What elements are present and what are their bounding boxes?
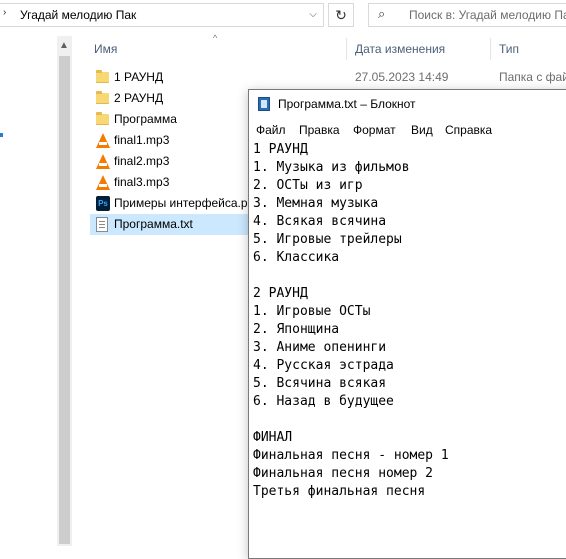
notepad-icon — [258, 97, 270, 111]
column-header-date[interactable]: Дата изменения — [355, 36, 445, 62]
vlc-icon — [96, 175, 110, 190]
text-file-icon — [96, 217, 108, 232]
menu-file[interactable]: Файл — [256, 123, 286, 137]
text-line: 4. Всякая всячина — [253, 214, 387, 229]
file-type: Папка с фай — [499, 70, 566, 84]
file-name: Программа — [114, 112, 177, 126]
menu-help[interactable]: Справка — [445, 123, 492, 137]
text-line: 5. Игровые трейлеры — [253, 232, 402, 247]
vlc-icon — [96, 133, 110, 148]
file-name: final2.mp3 — [114, 154, 170, 168]
file-name: final3.mp3 — [114, 175, 170, 189]
vlc-icon — [96, 154, 110, 169]
notepad-title: Программа.txt – Блокнот — [278, 97, 416, 111]
file-name: 1 РАУНД — [114, 70, 164, 84]
text-line: 5. Всячина всякая — [253, 376, 387, 391]
text-line: 1 РАУНД — [253, 142, 308, 157]
text-line: 1. Игровые ОСТы — [253, 304, 371, 319]
breadcrumb-chevron-icon[interactable]: › — [3, 7, 6, 18]
text-line: 6. Классика — [253, 250, 340, 265]
file-name: Программа.txt — [114, 217, 193, 231]
text-line: 3. Аниме опенинги — [253, 340, 387, 355]
column-header-name[interactable]: Имя — [94, 36, 117, 62]
file-date: 27.05.2023 14:49 — [355, 70, 449, 84]
text-line: Финальная песня номер 2 — [253, 466, 434, 481]
notepad-title-bar[interactable]: Программа.txt – Блокнот — [249, 90, 566, 118]
text-line — [253, 411, 449, 429]
notepad-text-area[interactable]: 1 РАУНД 1. Музыка из фильмов 2. ОСТы из … — [253, 141, 449, 501]
text-line: 3. Мемная музыка — [253, 196, 379, 211]
folder-icon — [96, 91, 109, 104]
menu-view[interactable]: Вид — [411, 123, 433, 137]
address-dropdown-icon[interactable]: ⌵ — [305, 6, 321, 24]
folder-icon — [96, 112, 109, 125]
column-divider[interactable] — [346, 38, 347, 60]
menu-edit[interactable]: Правка — [299, 123, 340, 137]
search-icon: ⌕ — [378, 6, 386, 21]
sort-caret-icon: ^ — [213, 33, 218, 43]
text-line: 2 РАУНД — [253, 286, 308, 301]
menu-format[interactable]: Формат — [353, 123, 396, 137]
text-line: 2. Японщина — [253, 322, 340, 337]
file-name: 2 РАУНД — [114, 91, 164, 105]
text-line: Финальная песня - номер 1 — [253, 448, 449, 463]
address-bar-area: › Угадай мелодию Пак ⌵ ↻ ⌕ Поиск в: Угад… — [0, 0, 566, 32]
text-line: 4. Русская эстрада — [253, 358, 394, 373]
navigation-scrollbar[interactable]: ▲ — [57, 36, 72, 546]
navigation-pane-marker — [0, 133, 3, 137]
scroll-up-icon[interactable]: ▲ — [59, 40, 69, 51]
refresh-icon: ↻ — [335, 7, 347, 23]
notepad-window[interactable]: Программа.txt – Блокнот Файл Правка Форм… — [248, 89, 566, 559]
text-line — [253, 267, 449, 285]
address-path[interactable]: Угадай мелодию Пак — [20, 8, 136, 22]
text-line: Третья финальная песня — [253, 484, 426, 499]
column-header-type[interactable]: Тип — [499, 36, 519, 62]
text-line: ФИНАЛ — [253, 430, 293, 445]
notepad-menu-bar: Файл Правка Формат Вид Справка — [249, 120, 566, 140]
text-line: 1. Музыка из фильмов — [253, 160, 410, 175]
navigation-pane[interactable] — [0, 32, 56, 546]
text-line: 2. ОСТы из игр — [253, 178, 363, 193]
column-divider[interactable] — [490, 38, 491, 60]
search-input[interactable]: ⌕ Поиск в: Угадай мелодию Пак — [368, 3, 566, 27]
file-name: Примеры интерфейса.p — [114, 196, 248, 210]
refresh-button[interactable]: ↻ — [328, 3, 354, 27]
search-placeholder: Поиск в: Угадай мелодию Пак — [409, 8, 566, 22]
file-row-1-raund[interactable]: 1 РАУНД 27.05.2023 14:49 Папка с фай — [90, 67, 566, 88]
address-bar[interactable]: › Угадай мелодию Пак ⌵ — [0, 3, 324, 27]
folder-icon — [96, 70, 109, 83]
photoshop-icon: Ps — [96, 196, 110, 211]
text-line: 6. Назад в будущее — [253, 394, 394, 409]
file-name: final1.mp3 — [114, 133, 170, 147]
scrollbar-thumb[interactable] — [59, 56, 70, 544]
